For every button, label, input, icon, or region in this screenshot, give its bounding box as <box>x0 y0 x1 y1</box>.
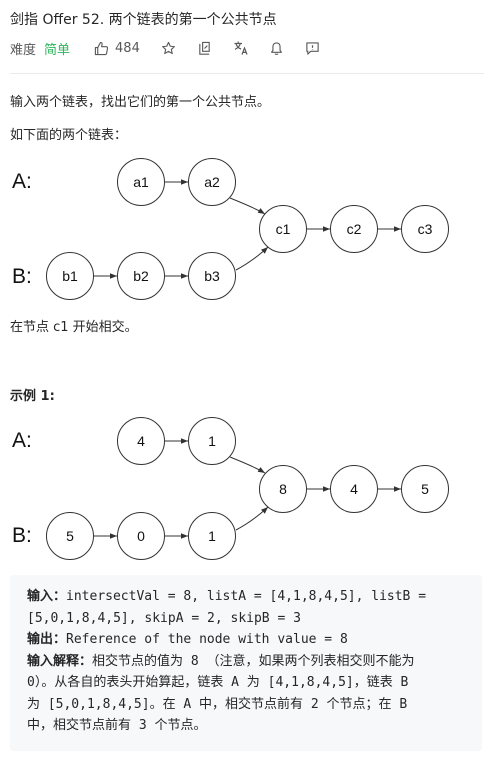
list-b-label: B: <box>12 524 32 547</box>
output-value: Reference of the node with value = 8 <box>66 632 348 647</box>
explain-line-2: 0）。从各自的表头开始算起，链表 A 为 [4,1,8,4,5]，链表 B <box>27 675 409 690</box>
input-value: intersectVal = 8, listA = [4,1,8,4,5], l… <box>66 589 427 604</box>
svg-text:c3: c3 <box>418 221 433 237</box>
list-node-a2: a2 <box>188 158 236 206</box>
intersection-note: 在节点 c1 开始相交。 <box>10 320 138 335</box>
notify-button[interactable] <box>268 39 286 57</box>
list-node-c2: 4 <box>330 465 378 513</box>
problem-description: 输入两个链表，找出它们的第一个公共节点。 <box>10 95 271 110</box>
feedback-icon <box>306 41 320 55</box>
problem-title: 剑指 Offer 52. 两个链表的第一个公共节点 <box>10 12 277 28</box>
thumbs-up-icon <box>94 41 109 55</box>
linked-list-diagram-2: A: B: 4 1 5 0 1 8 4 5 <box>12 417 449 560</box>
svg-text:b1: b1 <box>62 268 78 284</box>
svg-text:1: 1 <box>208 528 216 544</box>
list-node-c1: 8 <box>259 465 307 513</box>
list-node-a1: a1 <box>117 158 165 206</box>
input-line-2: [5,0,1,8,4,5], skipA = 2, skipB = 3 <box>27 610 301 626</box>
svg-text:0: 0 <box>137 528 145 544</box>
list-node-b1: 5 <box>46 512 94 560</box>
list-node-b3: b3 <box>188 252 236 300</box>
svg-text:5: 5 <box>66 528 74 544</box>
explain-line-4: 中，相交节点前有 3 个节点。 <box>27 718 207 733</box>
svg-text:a2: a2 <box>204 174 220 190</box>
bell-icon <box>271 41 283 55</box>
difficulty-label: 难度 <box>10 42 37 58</box>
svg-text:a1: a1 <box>133 174 149 190</box>
explain-text: 相交节点的值为 8 （注意，如果两个列表相交则不能为 <box>92 653 415 669</box>
input-line-1: 输入：intersectVal = 8, listA = [4,1,8,4,5]… <box>27 586 465 608</box>
list-node-b2: b2 <box>117 252 165 300</box>
explain-label: 输入解释： <box>27 653 93 669</box>
list-node-c3: c3 <box>401 205 449 253</box>
list-node-a1: 4 <box>117 417 165 465</box>
svg-text:b2: b2 <box>133 268 149 284</box>
like-count: 484 <box>115 40 140 56</box>
svg-text:1: 1 <box>208 433 216 449</box>
example-intro: 如下面的两个链表： <box>10 128 128 143</box>
svg-text:5: 5 <box>421 481 429 497</box>
list-node-a2: 1 <box>188 417 236 465</box>
edge-a2-c1 <box>229 456 266 474</box>
list-node-b3: 1 <box>188 512 236 560</box>
favorite-button[interactable] <box>160 39 178 57</box>
translate-icon <box>234 41 248 55</box>
edge-a2-c1 <box>229 197 266 215</box>
share-button[interactable] <box>196 39 214 57</box>
linked-list-diagram-1: A: B: a1 a2 b1 b2 b3 c1 c2 c3 <box>12 158 449 300</box>
input-label: 输入： <box>27 589 67 604</box>
output-line: 输出：Reference of the node with value = 8 <box>27 629 465 651</box>
share-icon <box>199 41 211 55</box>
list-a-label: A: <box>12 170 32 193</box>
svg-text:8: 8 <box>279 481 287 497</box>
list-a-label: A: <box>12 429 32 452</box>
example-code-block: 输入：intersectVal = 8, listA = [4,1,8,4,5]… <box>10 575 482 751</box>
like-button[interactable]: 484 <box>94 41 140 56</box>
problem-meta-bar: 难度 简单 484 <box>10 38 322 58</box>
star-icon <box>162 41 176 54</box>
difficulty-badge: 简单 <box>44 42 71 58</box>
explain-line-1: 输入解释：相交节点的值为 8 （注意，如果两个列表相交则不能为 <box>27 651 465 673</box>
explain-line-3: 为 [5,0,1,8,4,5]。在 A 中，相交节点前有 2 个节点；在 B <box>27 696 408 712</box>
list-node-c2: c2 <box>330 205 378 253</box>
feedback-button[interactable] <box>304 39 322 57</box>
output-label: 输出： <box>27 632 67 647</box>
svg-text:c1: c1 <box>276 221 291 237</box>
edge-b3-c1 <box>235 246 269 271</box>
translate-button[interactable] <box>232 39 250 57</box>
header-divider <box>10 73 484 74</box>
list-b-label: B: <box>12 265 32 288</box>
list-node-c1: c1 <box>259 205 307 253</box>
svg-text:b3: b3 <box>204 268 220 284</box>
list-node-b1: b1 <box>46 252 94 300</box>
list-node-b2: 0 <box>117 512 165 560</box>
svg-text:4: 4 <box>350 481 358 497</box>
example-heading: 示例 1: <box>10 389 55 404</box>
edge-b3-c1 <box>235 506 269 531</box>
svg-text:c2: c2 <box>347 221 362 237</box>
svg-text:4: 4 <box>137 433 145 449</box>
list-node-c3: 5 <box>401 465 449 513</box>
